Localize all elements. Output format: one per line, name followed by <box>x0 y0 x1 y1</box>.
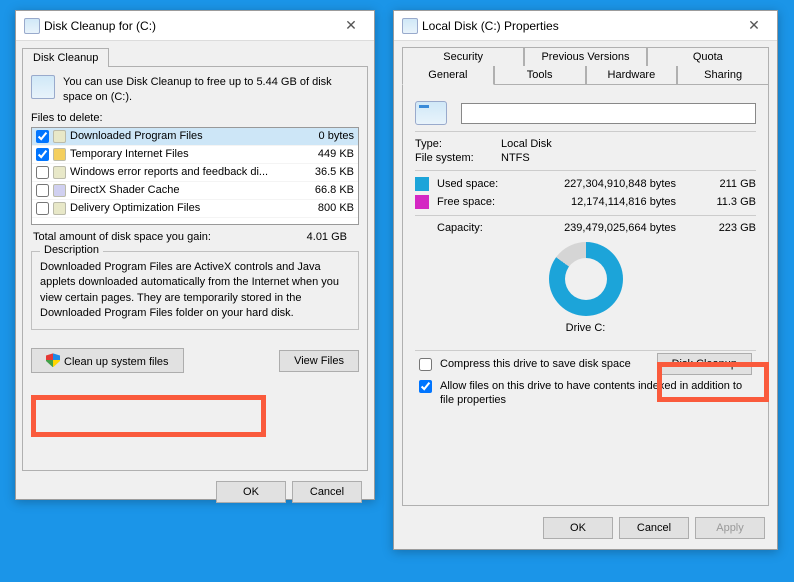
file-checkbox[interactable] <box>36 202 49 215</box>
tab-disk-cleanup[interactable]: Disk Cleanup <box>22 48 109 67</box>
drive-icon <box>402 18 418 34</box>
shield-icon <box>46 353 60 367</box>
description-text: Downloaded Program Files are ActiveX con… <box>40 260 350 322</box>
total-value: 4.01 GB <box>211 231 357 243</box>
drive-label: Drive C: <box>566 322 606 334</box>
used-label: Used space: <box>437 178 517 190</box>
tab-quota[interactable]: Quota <box>647 47 769 66</box>
used-bytes: 227,304,910,848 bytes <box>517 178 696 190</box>
file-icon <box>53 166 66 179</box>
allow-indexing-label: Allow files on this drive to have conten… <box>440 379 756 408</box>
free-swatch <box>415 195 429 209</box>
total-label: Total amount of disk space you gain: <box>33 231 211 243</box>
free-gb: 11.3 GB <box>696 196 756 208</box>
capacity-label: Capacity: <box>437 222 517 234</box>
file-size: 0 bytes <box>294 130 354 142</box>
intro-text: You can use Disk Cleanup to free up to 5… <box>63 75 359 106</box>
file-name: Delivery Optimization Files <box>70 202 294 214</box>
compress-label: Compress this drive to save disk space <box>440 357 631 371</box>
allow-indexing-checkbox[interactable] <box>419 380 432 393</box>
capacity-bytes: 239,479,025,664 bytes <box>517 222 696 234</box>
dialog-footer: OK Cancel Apply <box>394 507 777 549</box>
file-checkbox[interactable] <box>36 130 49 143</box>
file-icon <box>53 184 66 197</box>
view-files-button[interactable]: View Files <box>279 350 359 372</box>
file-name: DirectX Shader Cache <box>70 184 294 196</box>
type-value: Local Disk <box>501 138 756 150</box>
usage-pie-chart <box>549 242 623 316</box>
file-name: Windows error reports and feedback di... <box>70 166 294 178</box>
compress-checkbox[interactable] <box>419 358 432 371</box>
titlebar: Disk Cleanup for (C:) ✕ <box>16 11 374 41</box>
filesystem-label: File system: <box>415 152 501 164</box>
general-tab-panel: Type:Local Disk File system:NTFS Used sp… <box>402 84 769 506</box>
description-group: Description Downloaded Program Files are… <box>31 251 359 331</box>
file-name: Temporary Internet Files <box>70 148 294 160</box>
filesystem-value: NTFS <box>501 152 756 164</box>
file-size: 66.8 KB <box>294 184 354 196</box>
tab-hardware[interactable]: Hardware <box>586 66 678 85</box>
lock-icon <box>53 148 66 161</box>
titlebar: Local Disk (C:) Properties ✕ <box>394 11 777 41</box>
drive-name-input[interactable] <box>461 103 756 124</box>
file-name: Downloaded Program Files <box>70 130 294 142</box>
tab-tools[interactable]: Tools <box>494 66 586 85</box>
free-bytes: 12,174,114,816 bytes <box>517 196 696 208</box>
file-row[interactable]: Temporary Internet Files449 KB <box>32 146 358 164</box>
tab-strip: Disk Cleanup You can use Disk Cleanup to… <box>22 47 368 471</box>
free-label: Free space: <box>437 196 517 208</box>
capacity-gb: 223 GB <box>696 222 756 234</box>
cleanup-drive-icon <box>31 75 55 99</box>
close-icon[interactable]: ✕ <box>739 11 769 41</box>
ok-button[interactable]: OK <box>216 481 286 503</box>
intro-row: You can use Disk Cleanup to free up to 5… <box>31 75 359 106</box>
used-gb: 211 GB <box>696 178 756 190</box>
large-drive-icon <box>415 101 447 125</box>
drive-properties-dialog: Local Disk (C:) Properties ✕ SecurityPre… <box>393 10 778 550</box>
tab-sharing[interactable]: Sharing <box>677 66 769 85</box>
description-legend: Description <box>40 244 103 256</box>
file-size: 36.5 KB <box>294 166 354 178</box>
ok-button[interactable]: OK <box>543 517 613 539</box>
tab-strip: SecurityPrevious VersionsQuota GeneralTo… <box>402 47 769 85</box>
cleanup-system-files-button[interactable]: Clean up system files <box>31 348 184 373</box>
file-row[interactable]: Delivery Optimization Files800 KB <box>32 200 358 218</box>
window-title: Local Disk (C:) Properties <box>418 19 739 33</box>
file-checkbox[interactable] <box>36 148 49 161</box>
dialog-footer: OK Cancel <box>16 471 374 513</box>
file-size: 449 KB <box>294 148 354 160</box>
apply-button[interactable]: Apply <box>695 517 765 539</box>
file-row[interactable]: DirectX Shader Cache66.8 KB <box>32 182 358 200</box>
drive-icon <box>24 18 40 34</box>
close-icon[interactable]: ✕ <box>336 11 366 41</box>
drive-name-row <box>415 101 756 125</box>
file-icon <box>53 202 66 215</box>
tab-general[interactable]: General <box>402 66 494 85</box>
disk-cleanup-button[interactable]: Disk Cleanup <box>657 353 752 375</box>
file-size: 800 KB <box>294 202 354 214</box>
file-icon <box>53 130 66 143</box>
file-row[interactable]: Downloaded Program Files0 bytes <box>32 128 358 146</box>
type-label: Type: <box>415 138 501 150</box>
tab-security[interactable]: Security <box>402 47 524 66</box>
cancel-button[interactable]: Cancel <box>292 481 362 503</box>
window-title: Disk Cleanup for (C:) <box>40 19 336 33</box>
cancel-button[interactable]: Cancel <box>619 517 689 539</box>
disk-cleanup-dialog: Disk Cleanup for (C:) ✕ Disk Cleanup You… <box>15 10 375 500</box>
tab-previous-versions[interactable]: Previous Versions <box>524 47 646 66</box>
files-to-delete-label: Files to delete: <box>31 112 359 124</box>
file-row[interactable]: Windows error reports and feedback di...… <box>32 164 358 182</box>
file-list[interactable]: Downloaded Program Files0 bytesTemporary… <box>31 127 359 225</box>
used-swatch <box>415 177 429 191</box>
file-checkbox[interactable] <box>36 166 49 179</box>
file-checkbox[interactable] <box>36 184 49 197</box>
